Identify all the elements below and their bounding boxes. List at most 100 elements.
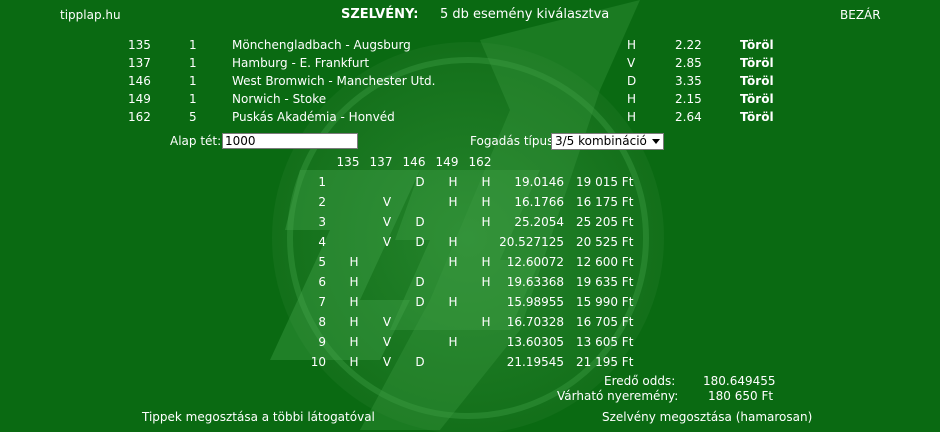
selection-id: 135 — [128, 38, 151, 52]
remove-selection-button[interactable]: Töröl — [740, 36, 774, 54]
bet-type-selected: 3/5 kombináció — [555, 134, 647, 148]
combo-cell: D — [415, 235, 425, 249]
combo-cell: D — [415, 355, 425, 369]
slip-title-text: 5 db esemény kiválasztva — [440, 7, 610, 22]
combo-win: 19 635 Ft — [576, 275, 634, 289]
combo-cell: H — [349, 255, 359, 269]
combo-odds: 16.1766 — [514, 195, 564, 209]
selection-tip: 5 — [189, 110, 197, 124]
selection-tip: 1 — [189, 74, 197, 88]
chevron-down-icon — [652, 139, 660, 144]
combo-win: 12 600 Ft — [576, 255, 634, 269]
remove-selection-button[interactable]: Töröl — [740, 90, 774, 108]
remove-selection-button[interactable]: Töröl — [740, 54, 774, 72]
slip-title-label: SZELVÉNY: — [341, 7, 419, 22]
combo-odds: 13.60305 — [506, 335, 564, 349]
combo-cell: H — [448, 195, 458, 209]
selection-outcome: D — [627, 74, 637, 88]
selection-odds: 2.15 — [675, 92, 702, 106]
selection-row: 149 1 Norwich - Stoke H 2.15 Töröl — [0, 90, 940, 108]
selection-row: 137 1 Hamburg - E. Frankfurt V 2.85 Töröl — [0, 54, 940, 72]
combo-cell: D — [415, 295, 425, 309]
combo-cell: H — [448, 335, 458, 349]
remove-selection-button[interactable]: Töröl — [740, 108, 774, 126]
bet-type-select[interactable]: 3/5 kombináció — [551, 133, 664, 150]
combo-row: 6 H D H 19.63368 19 635 Ft — [0, 273, 940, 291]
selection-outcome: H — [627, 92, 637, 106]
combo-header-cell: 162 — [468, 155, 492, 169]
combo-number: 8 — [318, 315, 326, 329]
selection-row: 146 1 West Bromwich - Manchester Utd. D 3.35… — [0, 72, 940, 90]
selection-tip: 1 — [189, 38, 197, 52]
combo-odds: 20.527125 — [499, 235, 564, 249]
combo-win: 20 525 Ft — [576, 235, 634, 249]
selection-match: Norwich - Stoke — [232, 92, 327, 106]
combo-win: 25 205 Ft — [576, 215, 634, 229]
combo-number: 1 — [318, 175, 326, 189]
combo-odds: 12.60072 — [506, 255, 564, 269]
combo-row: 7 H D H 15.98955 15 990 Ft — [0, 293, 940, 311]
remove-selection-button[interactable]: Töröl — [740, 72, 774, 90]
site-name: tipplap.hu — [60, 8, 121, 22]
combo-cell: D — [415, 215, 425, 229]
combo-win: 13 605 Ft — [576, 335, 634, 349]
combo-row: 2 V H H 16.1766 16 175 Ft — [0, 193, 940, 211]
combo-cell: H — [349, 315, 359, 329]
combo-odds: 19.63368 — [506, 275, 564, 289]
expected-win-label: Várható nyeremény: — [557, 389, 679, 403]
combo-number: 9 — [318, 335, 326, 349]
total-odds-value: 180.649455 — [703, 374, 776, 388]
combo-table-header: 135 137 146 149 162 — [0, 153, 940, 171]
selection-odds: 2.85 — [675, 56, 702, 70]
selection-row: 162 5 Puskás Akadémia - Honvéd H 2.64 Töröl — [0, 108, 940, 126]
combo-header-cell: 146 — [402, 155, 426, 169]
expected-win-value: 180 650 Ft — [708, 389, 774, 403]
combo-cell: D — [415, 275, 425, 289]
selection-tip: 1 — [189, 92, 197, 106]
combo-cell: V — [382, 335, 392, 349]
combo-header-cell: 137 — [369, 155, 393, 169]
combo-number: 6 — [318, 275, 326, 289]
combo-cell: H — [448, 255, 458, 269]
combo-win: 19 015 Ft — [576, 175, 634, 189]
combo-number: 5 — [318, 255, 326, 269]
combo-cell: H — [448, 175, 458, 189]
combo-number: 4 — [318, 235, 326, 249]
selection-id: 137 — [128, 56, 151, 70]
combo-cell: H — [349, 295, 359, 309]
selection-match: West Bromwich - Manchester Utd. — [232, 74, 436, 88]
combo-header-cell: 149 — [435, 155, 459, 169]
combo-row: 3 V D H 25.2054 25 205 Ft — [0, 213, 940, 231]
combo-row: 10 H V D 21.19545 21 195 Ft — [0, 353, 940, 371]
selection-odds: 2.22 — [675, 38, 702, 52]
combo-number: 3 — [318, 215, 326, 229]
selection-odds: 2.64 — [675, 110, 702, 124]
combo-odds: 16.70328 — [506, 315, 564, 329]
combo-row: 8 H V H 16.70328 16 705 Ft — [0, 313, 940, 331]
selection-tip: 1 — [189, 56, 197, 70]
selection-row: 135 1 Mönchengladbach - Augsburg H 2.22 Töröl — [0, 36, 940, 54]
selection-id: 149 — [128, 92, 151, 106]
selection-outcome: H — [627, 38, 637, 52]
combo-row: 4 V D H 20.527125 20 525 Ft — [0, 233, 940, 251]
combo-cell: H — [448, 235, 458, 249]
combo-cell: H — [349, 335, 359, 349]
selection-outcome: V — [627, 56, 636, 70]
combo-odds: 19.0146 — [514, 175, 564, 189]
selection-odds: 3.35 — [675, 74, 702, 88]
combo-cell: V — [382, 235, 392, 249]
close-button[interactable]: BEZÁR — [840, 8, 881, 22]
combo-win: 16 175 Ft — [576, 195, 634, 209]
combo-number: 10 — [310, 355, 326, 369]
selection-match: Mönchengladbach - Augsburg — [232, 38, 411, 52]
selection-outcome: H — [627, 110, 637, 124]
selection-match: Puskás Akadémia - Honvéd — [232, 110, 395, 124]
stake-input[interactable]: 1000 — [222, 133, 358, 149]
combo-row: 9 H V H 13.60305 13 605 Ft — [0, 333, 940, 351]
share-slip-link[interactable]: Szelvény megosztása (hamarosan) — [602, 410, 812, 424]
combo-cell: D — [415, 175, 425, 189]
selection-id: 146 — [128, 74, 151, 88]
share-tips-link[interactable]: Tippek megosztása a többi látogatóval — [142, 410, 375, 424]
combo-odds: 15.98955 — [506, 295, 564, 309]
total-odds-label: Eredő odds: — [604, 374, 676, 388]
